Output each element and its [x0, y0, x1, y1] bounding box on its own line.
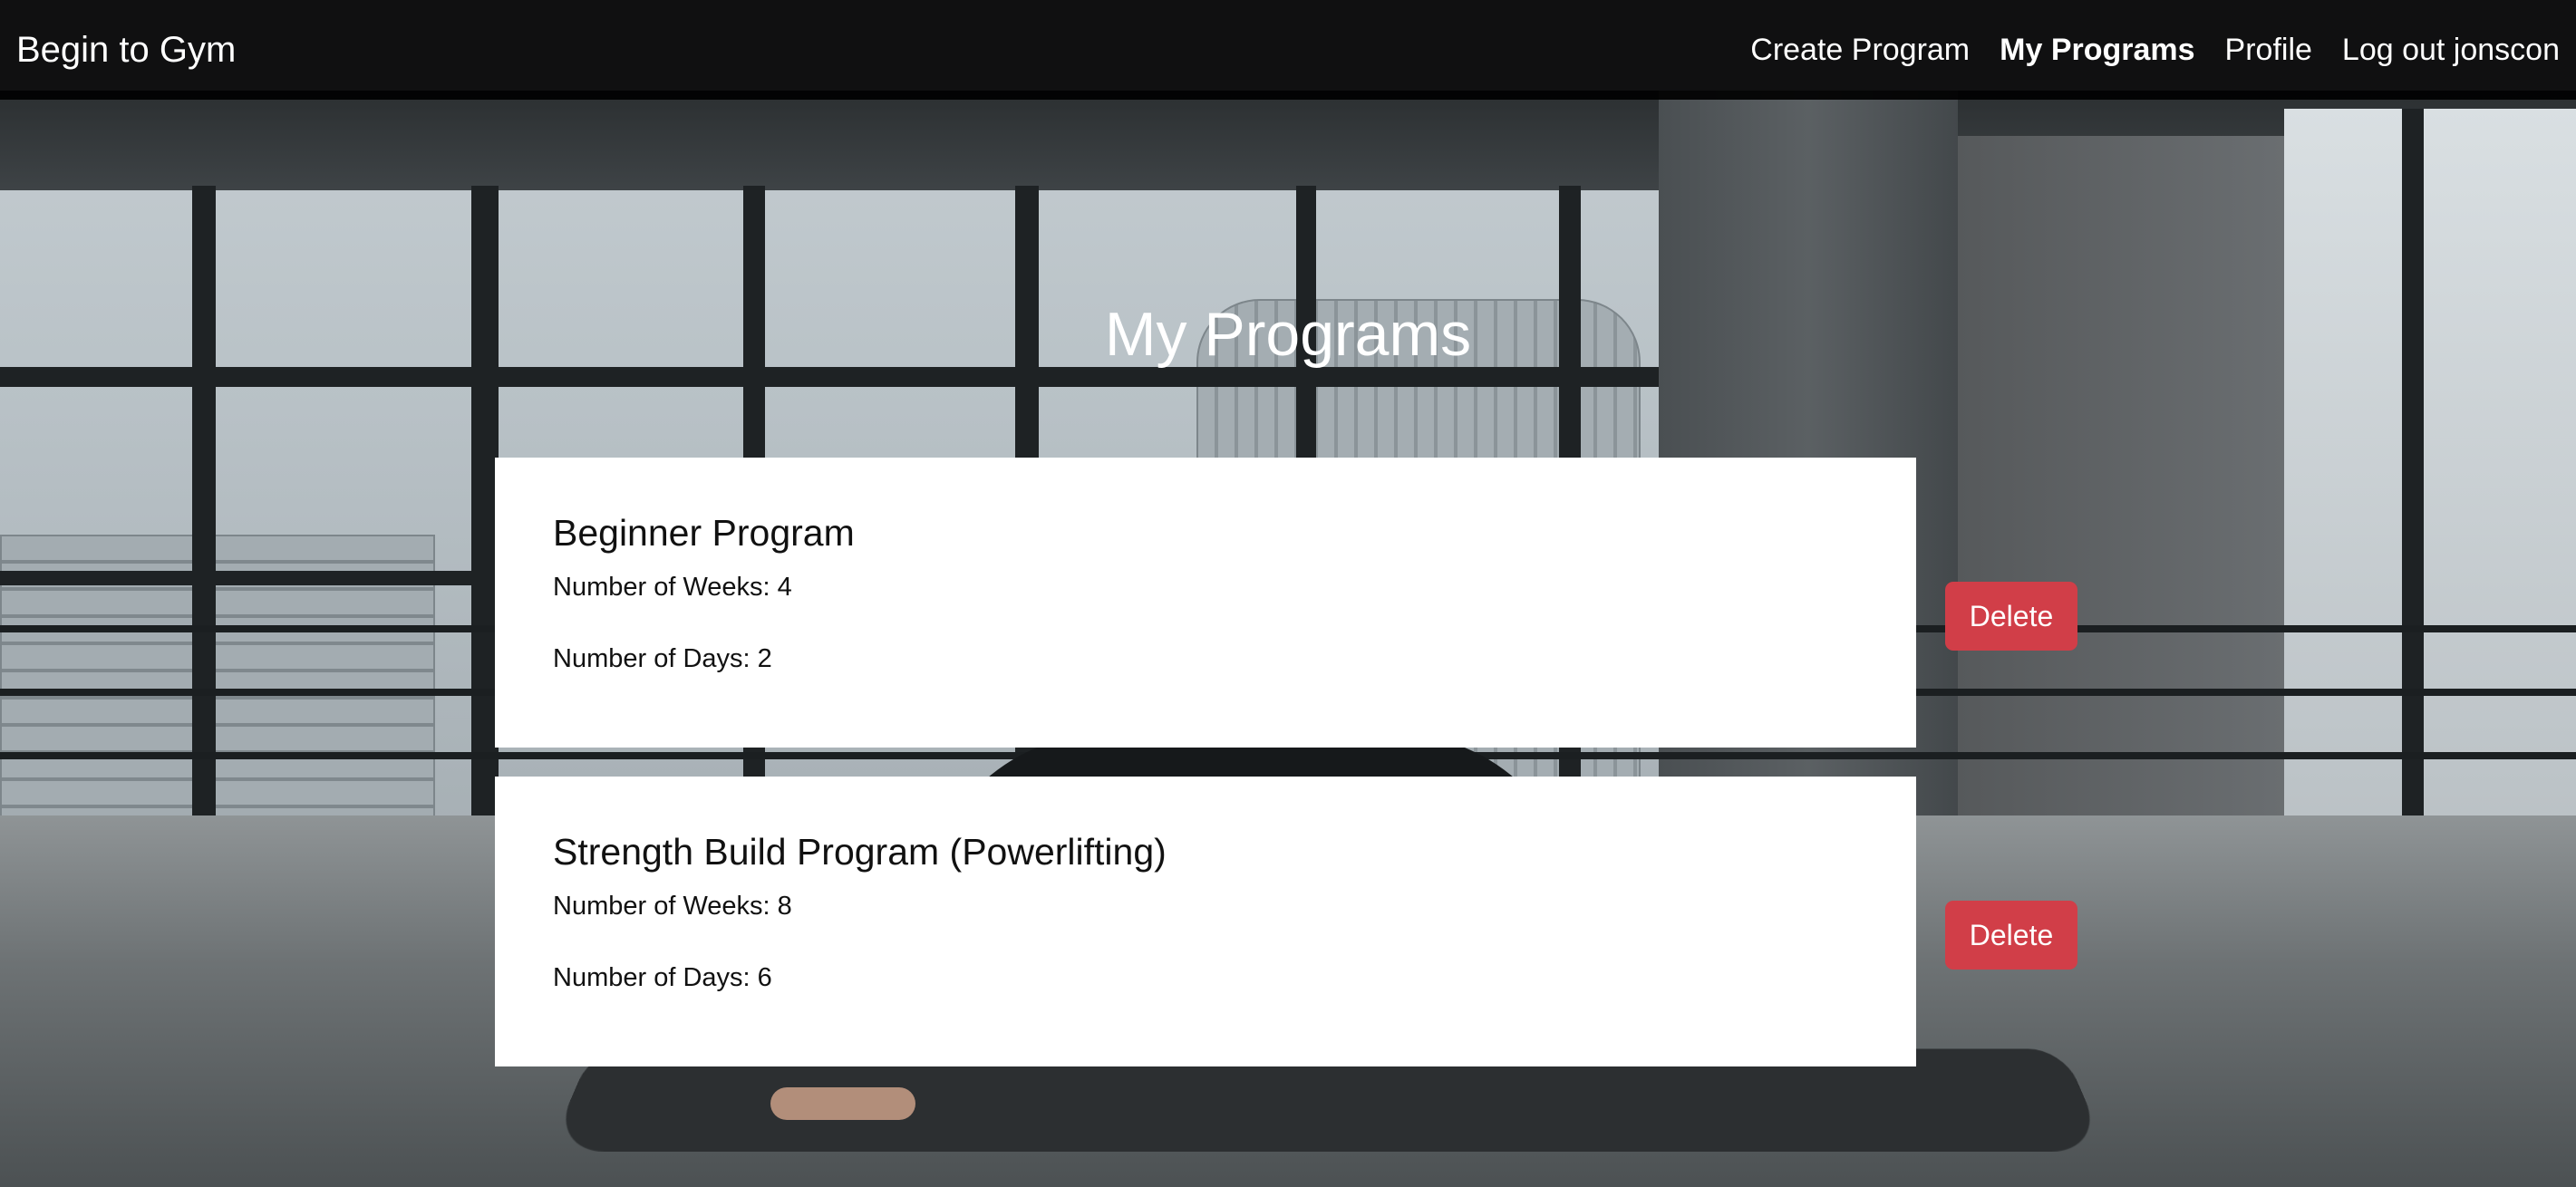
brand-logo-link[interactable]: Begin to Gym — [16, 30, 236, 71]
program-days: Number of Days: 6 — [553, 963, 772, 992]
nav-profile[interactable]: Profile — [2225, 33, 2312, 68]
program-name: Beginner Program — [553, 512, 855, 554]
program-weeks: Number of Weeks: 8 — [553, 892, 792, 921]
program-weeks: Number of Weeks: 4 — [553, 573, 792, 602]
program-name: Strength Build Program (Powerlifting) — [553, 831, 1167, 873]
program-card: Strength Build Program (Powerlifting) Nu… — [495, 777, 1916, 1066]
top-navbar: Begin to Gym Create Program My Programs … — [0, 0, 2576, 100]
program-days: Number of Days: 2 — [553, 644, 772, 673]
program-card: Beginner Program Number of Weeks: 4 Numb… — [495, 458, 1916, 748]
nav-links: Create Program My Programs Profile Log o… — [1750, 33, 2560, 68]
nav-my-programs[interactable]: My Programs — [2000, 33, 2194, 68]
delete-program-button[interactable]: Delete — [1945, 582, 2077, 651]
page-title: My Programs — [1104, 300, 1472, 369]
delete-program-button[interactable]: Delete — [1945, 901, 2077, 970]
nav-logout[interactable]: Log out jonscon — [2342, 33, 2560, 68]
nav-create-program[interactable]: Create Program — [1750, 33, 1970, 68]
